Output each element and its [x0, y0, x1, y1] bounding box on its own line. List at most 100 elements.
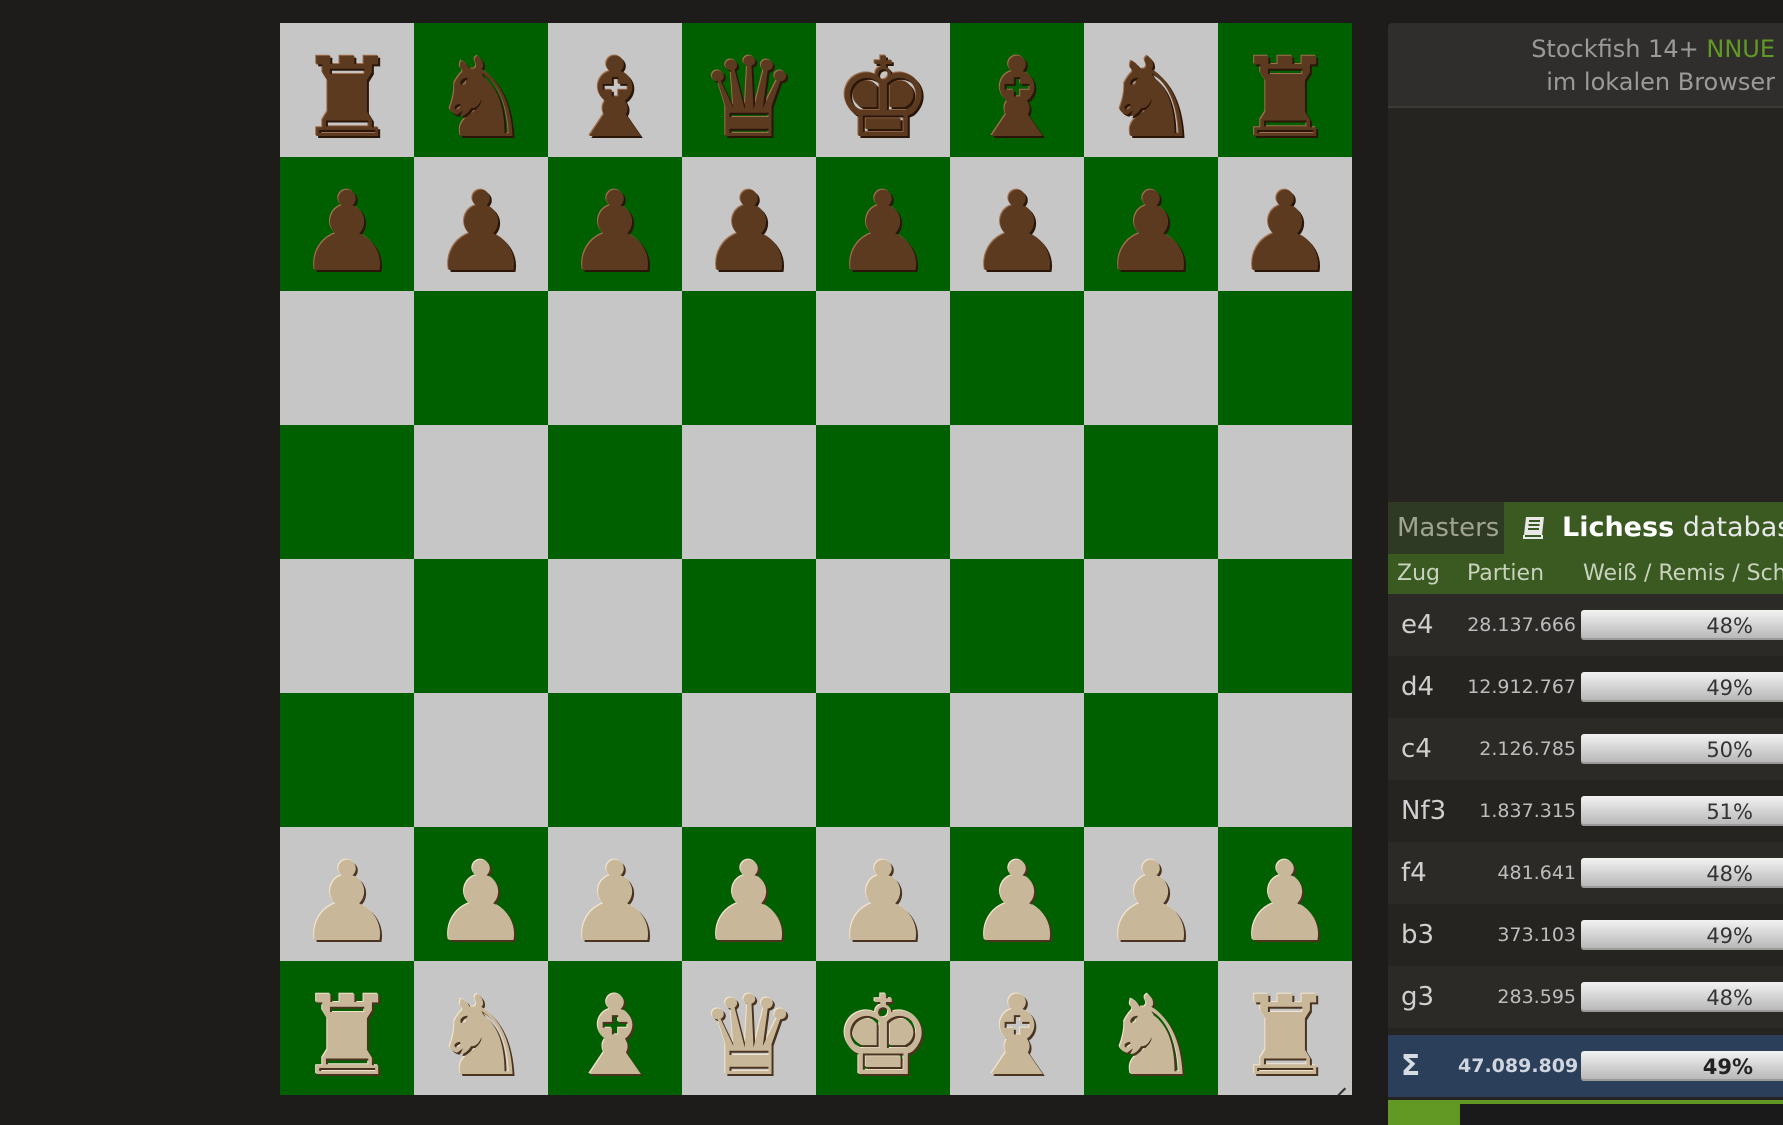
square-h4[interactable]: [1218, 559, 1352, 693]
square-d5[interactable]: [682, 425, 816, 559]
white-piece[interactable]: ♟: [834, 847, 933, 957]
black-piece[interactable]: ♟: [566, 177, 665, 287]
black-piece[interactable]: ♟: [432, 177, 531, 287]
white-piece[interactable]: ♝: [566, 981, 665, 1091]
square-e6[interactable]: [816, 291, 950, 425]
square-f6[interactable]: [950, 291, 1084, 425]
square-e1[interactable]: ♚: [816, 961, 950, 1095]
square-a6[interactable]: [280, 291, 414, 425]
square-e5[interactable]: [816, 425, 950, 559]
square-b8[interactable]: ♞: [414, 23, 548, 157]
square-a3[interactable]: [280, 693, 414, 827]
move-row[interactable]: g3 283.595 48%: [1388, 966, 1783, 1028]
square-f1[interactable]: ♝: [950, 961, 1084, 1095]
square-b5[interactable]: [414, 425, 548, 559]
square-b6[interactable]: [414, 291, 548, 425]
white-piece[interactable]: ♞: [1102, 981, 1201, 1091]
white-piece[interactable]: ♟: [968, 847, 1067, 957]
square-a7[interactable]: ♟: [280, 157, 414, 291]
black-piece[interactable]: ♟: [298, 177, 397, 287]
square-g3[interactable]: [1084, 693, 1218, 827]
square-d1[interactable]: ♛: [682, 961, 816, 1095]
square-c3[interactable]: [548, 693, 682, 827]
square-g1[interactable]: ♞: [1084, 961, 1218, 1095]
square-b2[interactable]: ♟: [414, 827, 548, 961]
square-e3[interactable]: [816, 693, 950, 827]
square-h7[interactable]: ♟: [1218, 157, 1352, 291]
black-piece[interactable]: ♛: [700, 43, 799, 153]
black-piece[interactable]: ♜: [298, 43, 397, 153]
black-piece[interactable]: ♚: [834, 43, 933, 153]
white-piece[interactable]: ♟: [700, 847, 799, 957]
black-piece[interactable]: ♜: [1236, 43, 1335, 153]
square-b3[interactable]: [414, 693, 548, 827]
white-piece[interactable]: ♝: [968, 981, 1067, 1091]
square-h8[interactable]: ♜: [1218, 23, 1352, 157]
square-h1[interactable]: ♜: [1218, 961, 1352, 1095]
square-a4[interactable]: [280, 559, 414, 693]
square-a1[interactable]: ♜: [280, 961, 414, 1095]
square-g5[interactable]: [1084, 425, 1218, 559]
white-piece[interactable]: ♛: [700, 981, 799, 1091]
square-g4[interactable]: [1084, 559, 1218, 693]
square-g6[interactable]: [1084, 291, 1218, 425]
black-piece[interactable]: ♞: [1102, 43, 1201, 153]
square-c8[interactable]: ♝: [548, 23, 682, 157]
white-piece[interactable]: ♜: [1236, 981, 1335, 1091]
square-e7[interactable]: ♟: [816, 157, 950, 291]
square-h2[interactable]: ♟: [1218, 827, 1352, 961]
chess-board[interactable]: ♜ ♞ ♝ ♛ ♚ ♝ ♞ ♜ ♟ ♟ ♟ ♟ ♟ ♟ ♟ ♟ ♟ ♟ ♟ ♟ ♟ ♟ ♟ ♟ ♜ ♞ ♝ ♛ ♚ ♝ ♞ ♜: [280, 23, 1352, 1095]
square-f8[interactable]: ♝: [950, 23, 1084, 157]
square-e4[interactable]: [816, 559, 950, 693]
square-h6[interactable]: [1218, 291, 1352, 425]
black-piece[interactable]: ♝: [968, 43, 1067, 153]
white-piece[interactable]: ♚: [834, 981, 933, 1091]
square-c4[interactable]: [548, 559, 682, 693]
white-piece[interactable]: ♟: [1236, 847, 1335, 957]
tab-lichess-database[interactable]: Lichess database: [1504, 502, 1783, 554]
black-piece[interactable]: ♟: [834, 177, 933, 287]
white-piece[interactable]: ♟: [566, 847, 665, 957]
square-f3[interactable]: [950, 693, 1084, 827]
square-g2[interactable]: ♟: [1084, 827, 1218, 961]
square-a2[interactable]: ♟: [280, 827, 414, 961]
square-d3[interactable]: [682, 693, 816, 827]
square-g7[interactable]: ♟: [1084, 157, 1218, 291]
square-e8[interactable]: ♚: [816, 23, 950, 157]
move-row[interactable]: c4 2.126.785 50%: [1388, 718, 1783, 780]
square-a5[interactable]: [280, 425, 414, 559]
tab-masters[interactable]: Masters: [1388, 502, 1504, 554]
black-piece[interactable]: ♞: [432, 43, 531, 153]
explorer-footer-tab[interactable]: [1388, 1100, 1460, 1125]
square-h3[interactable]: [1218, 693, 1352, 827]
white-piece[interactable]: ♞: [432, 981, 531, 1091]
move-row[interactable]: f4 481.641 48%: [1388, 842, 1783, 904]
square-g8[interactable]: ♞: [1084, 23, 1218, 157]
white-piece[interactable]: ♟: [1102, 847, 1201, 957]
square-c5[interactable]: [548, 425, 682, 559]
white-piece[interactable]: ♟: [298, 847, 397, 957]
square-h5[interactable]: [1218, 425, 1352, 559]
black-piece[interactable]: ♟: [1236, 177, 1335, 287]
square-f2[interactable]: ♟: [950, 827, 1084, 961]
white-piece[interactable]: ♜: [298, 981, 397, 1091]
square-f5[interactable]: [950, 425, 1084, 559]
square-d6[interactable]: [682, 291, 816, 425]
black-piece[interactable]: ♟: [700, 177, 799, 287]
square-d8[interactable]: ♛: [682, 23, 816, 157]
black-piece[interactable]: ♝: [566, 43, 665, 153]
square-c2[interactable]: ♟: [548, 827, 682, 961]
square-f4[interactable]: [950, 559, 1084, 693]
square-c7[interactable]: ♟: [548, 157, 682, 291]
square-c6[interactable]: [548, 291, 682, 425]
square-a8[interactable]: ♜: [280, 23, 414, 157]
move-row[interactable]: Nf3 1.837.315 51%: [1388, 780, 1783, 842]
black-piece[interactable]: ♟: [968, 177, 1067, 287]
square-b7[interactable]: ♟: [414, 157, 548, 291]
move-row[interactable]: d4 12.912.767 49%: [1388, 656, 1783, 718]
square-b1[interactable]: ♞: [414, 961, 548, 1095]
black-piece[interactable]: ♟: [1102, 177, 1201, 287]
square-b4[interactable]: [414, 559, 548, 693]
square-d2[interactable]: ♟: [682, 827, 816, 961]
square-e2[interactable]: ♟: [816, 827, 950, 961]
